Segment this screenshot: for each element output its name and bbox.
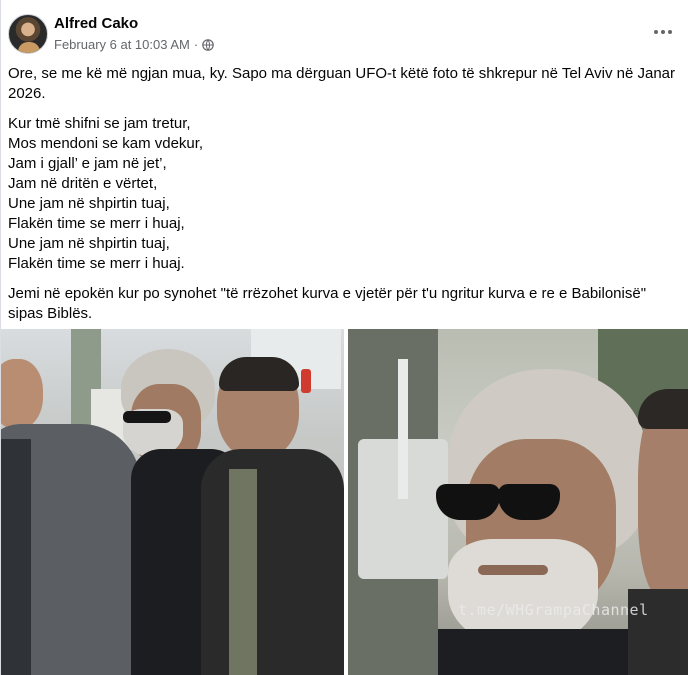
globe-icon[interactable] — [202, 38, 215, 51]
author-name[interactable]: Alfred Cako — [54, 15, 138, 32]
post-closing: Jemi në epokën kur po synohet "të rrëzoh… — [8, 285, 647, 322]
poem-line: Jam në dritën e vërtet, — [8, 175, 158, 192]
poem: Kur tmë shifni se jam tretur, Mos mendon… — [8, 114, 682, 274]
poem-line: Une jam në shpirtin tuaj, — [8, 235, 170, 252]
post-meta: February 6 at 10:03 AM · — [54, 37, 215, 52]
meta-separator: · — [193, 37, 199, 52]
poem-line: Jam i gjall’ e jam në jet’, — [8, 155, 167, 172]
photo-left[interactable] — [1, 329, 344, 675]
poem-line: Une jam në shpirtin tuaj, — [8, 195, 170, 212]
photo-right[interactable]: t.me/WHGrampaChannel — [348, 329, 688, 675]
photo-watermark: t.me/WHGrampaChannel — [458, 601, 649, 619]
post-text: Ore, se me kë më ngjan mua, ky. Sapo ma … — [8, 64, 682, 334]
facebook-post: Alfred Cako February 6 at 10:03 AM · Ore… — [0, 0, 688, 675]
author-avatar[interactable] — [8, 14, 48, 54]
poem-line: Mos mendoni se kam vdekur, — [8, 135, 204, 152]
post-intro: Ore, se me kë më ngjan mua, ky. Sapo ma … — [8, 65, 676, 102]
more-options-icon[interactable] — [652, 22, 674, 42]
post-photos: t.me/WHGrampaChannel — [1, 329, 688, 675]
poem-line: Flakën time se merr i huaj. — [8, 255, 185, 272]
post-timestamp[interactable]: February 6 at 10:03 AM — [54, 37, 190, 52]
poem-line: Flakën time se merr i huaj, — [8, 215, 185, 232]
post-header: Alfred Cako February 6 at 10:03 AM · — [8, 14, 688, 58]
poem-line: Kur tmë shifni se jam tretur, — [8, 115, 191, 132]
